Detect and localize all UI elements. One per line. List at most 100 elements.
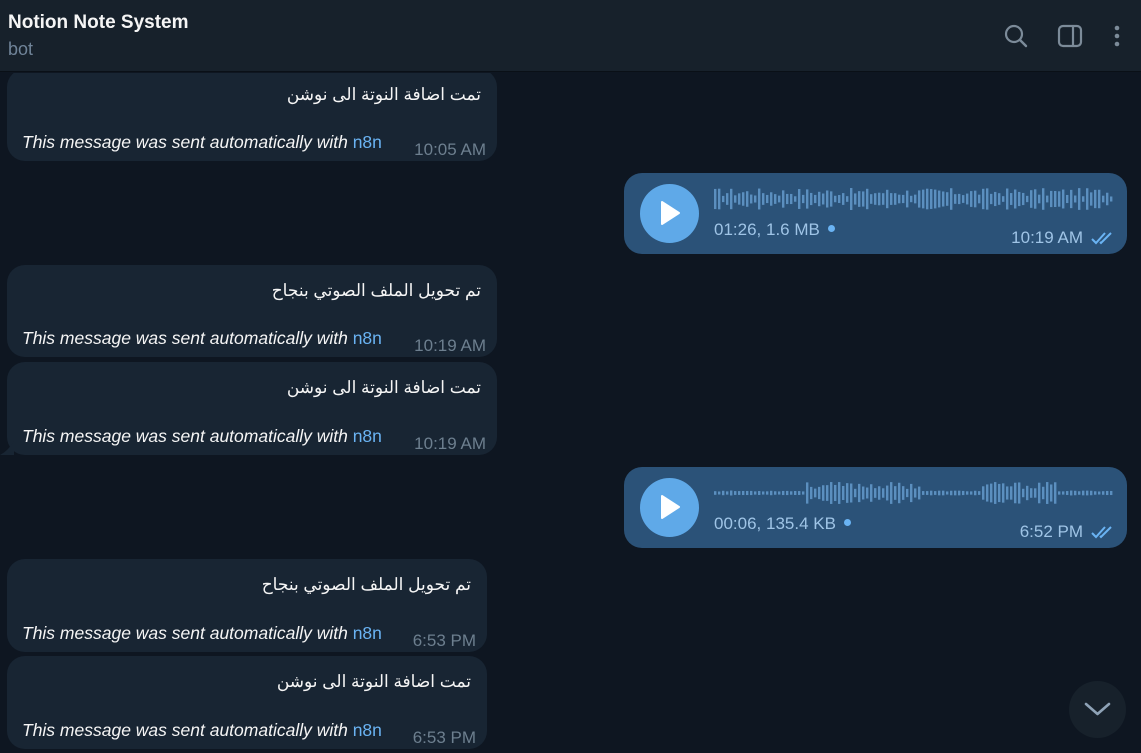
waveform-bar [850,483,853,503]
waveform-bar [970,191,973,207]
incoming-message[interactable]: تم تحويل الملف الصوتي بنجاح This message… [7,265,497,357]
waveform-bar [1046,482,1049,504]
double-check-icon [1091,232,1112,245]
n8n-link[interactable]: n8n [353,720,382,740]
chat-header: Notion Note System bot [0,0,1141,72]
waveform-bar [1094,491,1097,495]
waveform-bar [1006,486,1009,500]
message-text: تمت اضافة النوتة الى نوشن [286,378,481,397]
waveform-bar [1042,486,1045,500]
outgoing-voice-message[interactable]: 01:26, 1.6 MB 10:19 AM [624,173,1127,254]
scroll-down-button[interactable] [1069,681,1126,738]
waveform-bar [1066,491,1069,495]
waveform-bar [886,189,889,209]
waveform-bar [842,193,845,205]
waveform-bar [950,490,953,496]
waveform-bar [922,189,925,209]
waveform-bar [766,491,769,495]
n8n-link[interactable]: n8n [353,132,382,152]
chat-title[interactable]: Notion Note System [8,12,189,34]
waveform-bar [814,194,817,204]
waveform-bar [746,490,749,496]
waveform-bar [1050,190,1053,208]
waveform-bar [1010,193,1013,205]
waveform-bar [830,191,833,207]
waveform-bar [1058,491,1061,495]
play-icon [661,201,680,225]
search-icon[interactable] [1002,22,1030,50]
waveform-bar [1094,189,1097,209]
waveform-bar [998,483,1001,503]
message-footer: This message was sent automatically with… [22,623,382,644]
waveform-bar [982,486,985,500]
waveform-bar [882,488,885,498]
n8n-link[interactable]: n8n [353,328,382,348]
waveform-bar [934,491,937,495]
double-check-icon [1091,526,1112,539]
chevron-down-icon [1084,702,1111,716]
waveform-bar [982,188,985,210]
waveform[interactable] [714,481,1114,505]
waveform-bar [954,490,957,496]
outgoing-voice-message[interactable]: 00:06, 135.4 KB 6:52 PM [624,467,1127,548]
play-button[interactable] [640,478,699,537]
waveform-bar [826,190,829,208]
waveform-bar [1006,188,1009,210]
waveform-bar [846,483,849,503]
more-vertical-icon[interactable] [1103,22,1131,50]
incoming-message[interactable]: تمت اضافة النوتة الى نوشن This message w… [7,73,497,161]
waveform-bar [894,193,897,205]
waveform-bar [946,491,949,495]
waveform-bar [866,487,869,499]
waveform-bar [1026,485,1029,501]
waveform-bar [966,491,969,495]
waveform-bar [918,486,921,500]
n8n-link[interactable]: n8n [353,623,382,643]
waveform-bar [1014,189,1017,209]
waveform-bar [854,488,857,498]
waveform-bar [730,490,733,496]
waveform-bar [898,194,901,204]
message-list[interactable]: تمت اضافة النوتة الى نوشن This message w… [0,73,1141,753]
waveform-bar [858,483,861,503]
waveform-bar [934,189,937,209]
waveform[interactable] [714,187,1114,211]
waveform-bar [1110,196,1113,202]
n8n-link[interactable]: n8n [353,426,382,446]
waveform-bar [722,195,725,203]
unplayed-dot [827,225,835,233]
waveform-bar [958,193,961,205]
waveform-bar [942,191,945,207]
waveform-bar [898,482,901,504]
waveform-bar [1050,484,1053,502]
play-button[interactable] [640,184,699,243]
waveform-bar [1018,191,1021,207]
waveform-bar [854,193,857,205]
waveform-bar [770,192,773,206]
waveform-bar [862,486,865,500]
waveform-bar [730,188,733,210]
waveform-bar [986,484,989,502]
waveform-bar [738,491,741,495]
waveform-bar [750,490,753,496]
waveform-bar [818,191,821,207]
incoming-message[interactable]: تمت اضافة النوتة الى نوشن This message w… [7,362,497,455]
waveform-bar [862,191,865,207]
waveform-bar [974,490,977,496]
sidebar-toggle-icon[interactable] [1056,22,1084,50]
message-text: تم تحويل الملف الصوتي بنجاح [271,281,481,300]
waveform-bar [746,191,749,207]
waveform-bar [886,485,889,501]
waveform-bar [874,488,877,498]
incoming-message[interactable]: تمت اضافة النوتة الى نوشن This message w… [7,656,487,749]
waveform-bar [978,194,981,204]
waveform-bar [714,188,717,210]
waveform-bar [782,190,785,208]
waveform-bar [810,486,813,500]
waveform-bar [806,189,809,209]
waveform-bar [970,491,973,495]
waveform-bar [1086,188,1089,210]
waveform-bar [802,491,805,495]
incoming-message[interactable]: تم تحويل الملف الصوتي بنجاح This message… [7,559,487,652]
message-text: تمت اضافة النوتة الى نوشن [286,85,481,104]
